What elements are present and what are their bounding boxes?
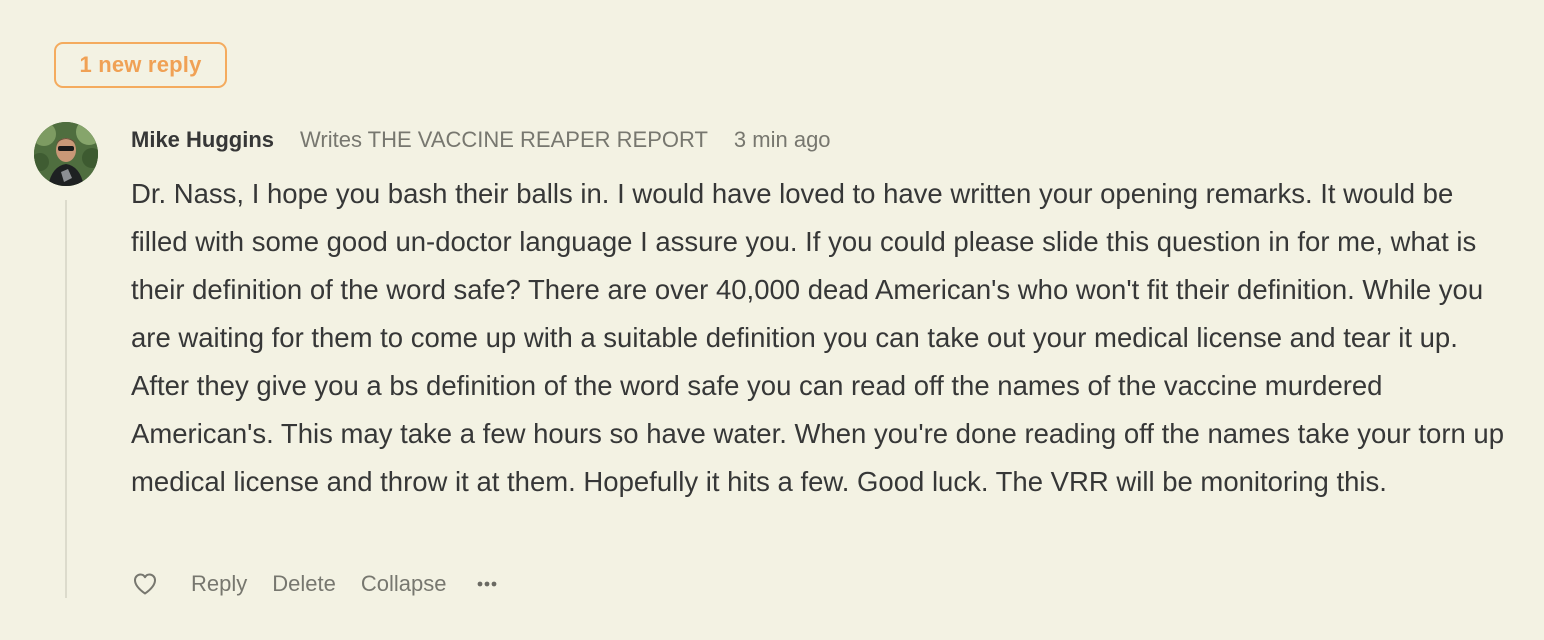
comment-meta: Mike Huggins Writes THE VACCINE REAPER R… [131,124,831,156]
comment-thread: 1 new reply Mike Huggins Writes THE VACC… [0,0,1544,640]
thread-line[interactable] [65,200,67,598]
author-name[interactable]: Mike Huggins [131,127,274,153]
reply-button[interactable]: Reply [191,571,247,597]
comment-actions: Reply Delete Collapse [131,566,499,602]
ellipsis-icon[interactable] [475,572,499,596]
new-reply-button[interactable]: 1 new reply [54,42,227,88]
avatar-photo [34,122,98,186]
heart-icon[interactable] [131,570,159,598]
collapse-button[interactable]: Collapse [361,571,447,597]
avatar[interactable] [34,122,98,186]
comment-timestamp[interactable]: 3 min ago [734,127,831,153]
author-publication[interactable]: Writes THE VACCINE REAPER REPORT [300,127,708,153]
delete-button[interactable]: Delete [272,571,336,597]
comment-body: Dr. Nass, I hope you bash their balls in… [131,178,1504,497]
